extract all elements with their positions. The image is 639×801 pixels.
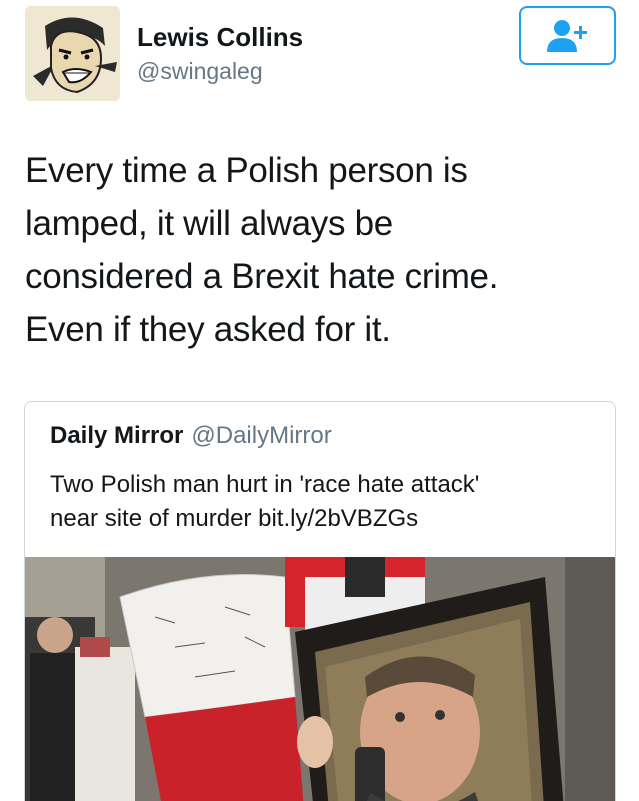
tweet-text-line: Even if they asked for it.: [25, 310, 391, 349]
tweet-text-line: considered a Brexit hate crime.: [25, 257, 499, 296]
add-user-icon: [546, 19, 587, 52]
avatar[interactable]: [25, 6, 120, 101]
cartoon-face-avatar-icon: [25, 6, 120, 101]
quoted-tweet-image[interactable]: [25, 557, 615, 801]
quoted-tweet-card[interactable]: Daily Mirror @DailyMirror Two Polish man …: [24, 401, 616, 801]
quoted-tweet-line: Two Polish man hurt in 'race hate attack…: [50, 471, 480, 498]
quoted-tweet-text: Two Polish man hurt in 'race hate attack…: [50, 468, 595, 536]
user-name[interactable]: Lewis Collins: [137, 22, 303, 53]
tweet-header: Lewis Collins @swingaleg: [0, 0, 639, 110]
tweet-text-line: lamped, it will always be: [25, 204, 393, 243]
protest-photo-icon: [25, 557, 615, 801]
tweet-text: Every time a Polish person is lamped, it…: [25, 144, 615, 356]
follow-button[interactable]: [519, 6, 616, 65]
quoted-tweet-line: near site of murder bit.ly/2bVBZGs: [50, 505, 419, 532]
user-handle[interactable]: @swingaleg: [137, 58, 263, 85]
quoted-user-handle: @DailyMirror: [191, 422, 332, 449]
quoted-user-name: Daily Mirror: [50, 422, 184, 449]
quoted-tweet-header: Daily Mirror @DailyMirror: [50, 422, 332, 450]
tweet-text-line: Every time a Polish person is: [25, 151, 468, 190]
